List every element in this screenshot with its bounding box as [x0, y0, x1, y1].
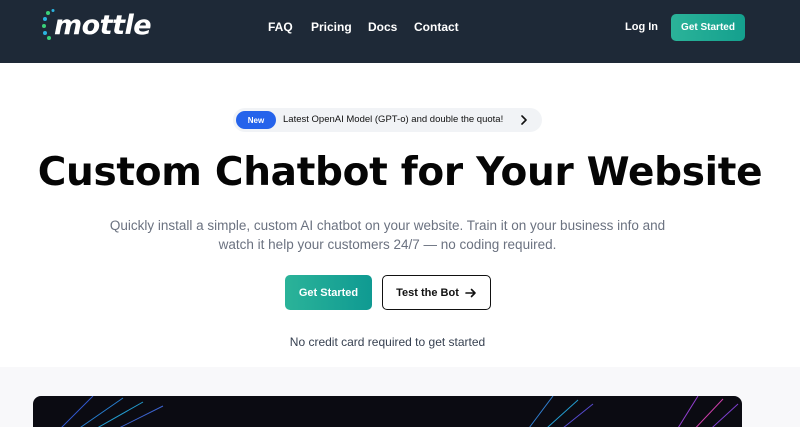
nav-link-pricing[interactable]: Pricing	[311, 20, 352, 34]
nav-link-docs[interactable]: Docs	[368, 20, 397, 34]
login-link[interactable]: Log In	[625, 21, 658, 33]
light-streaks-graphic	[61, 396, 739, 427]
no-credit-card-note: No credit card required to get started	[289, 335, 486, 349]
announcement-text: Latest OpenAI Model (GPT-o) and double t…	[283, 114, 504, 125]
top-navbar: mottle FAQ Pricing Docs Contact Log In G…	[0, 0, 800, 63]
header-get-started-button[interactable]: Get Started	[671, 14, 745, 41]
demo-preview-image	[33, 396, 742, 427]
hero-title: Custom Chatbot for Your Website	[37, 150, 763, 195]
chevron-right-icon	[521, 115, 527, 125]
arrow-right-icon	[465, 288, 476, 297]
nav-link-faq[interactable]: FAQ	[268, 20, 293, 34]
announcement-pill[interactable]: New Latest OpenAI Model (GPT-o) and doub…	[233, 108, 542, 132]
test-the-bot-button[interactable]: Test the Bot	[382, 275, 491, 310]
nav-link-contact[interactable]: Contact	[414, 20, 459, 34]
new-badge: New	[236, 111, 276, 129]
test-the-bot-label: Test the Bot	[396, 286, 459, 299]
hero-subtitle: Quickly install a simple, custom AI chat…	[109, 218, 666, 252]
hero-get-started-button[interactable]: Get Started	[285, 275, 372, 310]
